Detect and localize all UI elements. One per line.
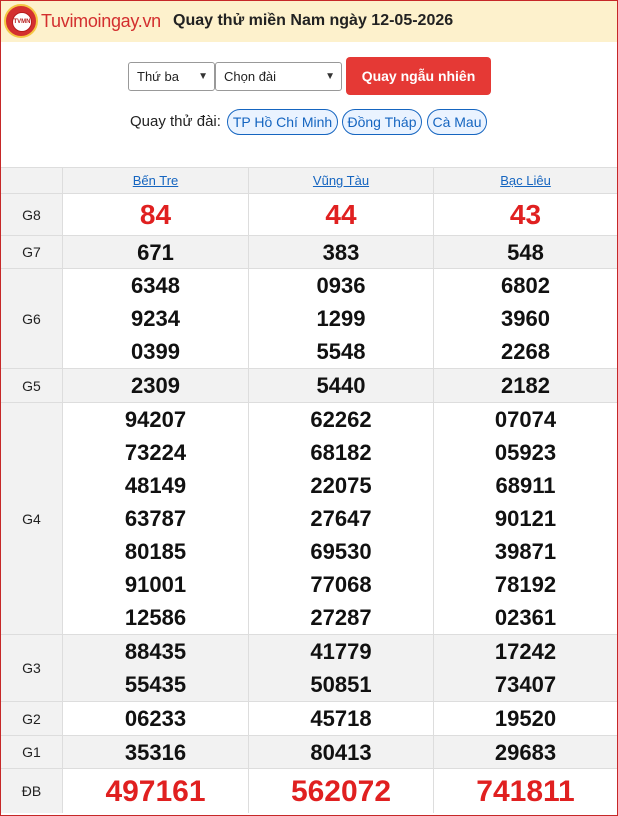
- chevron-down-icon: ▼: [198, 71, 208, 82]
- station-pill[interactable]: TP Hồ Chí Minh: [227, 109, 338, 135]
- prize-number: 1299: [316, 306, 366, 331]
- column-header-link[interactable]: Bến Tre: [63, 168, 248, 193]
- logo-mark: TVMN: [12, 12, 32, 32]
- site-header: TVMN Tuvimoingay.vn Quay thử miền Nam ng…: [1, 1, 617, 42]
- day-select-value: Thứ ba: [137, 69, 179, 84]
- prize-number: 77068: [310, 572, 372, 597]
- table-header-row: Bến Tre Vũng Tàu Bạc Liêu: [1, 167, 617, 193]
- prize-number: 0936: [316, 273, 366, 298]
- table-row: G6 6348 9234 0399 0936 1299 5548 6802 39…: [1, 268, 617, 368]
- prize-number: 50851: [310, 672, 372, 697]
- prize-number: 80413: [310, 739, 372, 765]
- prize-number: 3960: [501, 306, 550, 331]
- station-select[interactable]: Chọn đài ▼: [215, 62, 342, 91]
- prize-label: G5: [22, 377, 41, 394]
- prize-label: G7: [22, 244, 41, 260]
- prize-label: G8: [22, 206, 41, 223]
- prize-number: 5440: [316, 373, 366, 398]
- prize-number: 68182: [310, 440, 372, 465]
- table-row: G4 94207 73224 48149 63787 80185 91001 1…: [1, 402, 617, 634]
- prize-number: 88435: [124, 639, 187, 664]
- prize-number: 06233: [124, 706, 187, 731]
- table-row: G8 84 44 43: [1, 193, 617, 235]
- prize-number: 0399: [131, 339, 180, 364]
- logo-text[interactable]: Tuvimoingay.vn: [41, 11, 161, 32]
- prize-number: 63787: [124, 506, 187, 531]
- prize-number: 91001: [124, 572, 187, 597]
- prize-number: 2309: [131, 373, 180, 398]
- page-title: Quay thử miền Nam ngày 12-05-2026: [173, 12, 454, 29]
- prize-label: ĐB: [21, 783, 42, 799]
- prize-number: 43: [509, 199, 542, 230]
- prize-number: 44: [325, 199, 357, 230]
- table-row: G3 88435 55435 41779 50851 17242 73407: [1, 634, 617, 701]
- prize-number: 62262: [310, 407, 372, 432]
- prize-number: 78192: [494, 572, 557, 597]
- prize-number: 41779: [310, 639, 372, 664]
- prize-number: 39871: [494, 539, 557, 564]
- day-select[interactable]: Thứ ba ▼: [128, 62, 215, 91]
- prize-label: G1: [22, 744, 41, 760]
- prize-number: 94207: [124, 407, 187, 432]
- prize-number: 02361: [494, 605, 557, 630]
- prize-number: 2268: [501, 339, 550, 364]
- prize-number: 6348: [131, 273, 180, 298]
- quay-thu-label: Quay thử đài:: [130, 113, 221, 130]
- prize-number: 84: [139, 199, 172, 230]
- prize-number: 5548: [316, 339, 366, 364]
- prize-number: 80185: [124, 539, 187, 564]
- table-row: G1 35316 80413 29683: [1, 735, 617, 768]
- prize-number: 73407: [494, 672, 557, 697]
- prize-label: G2: [22, 710, 41, 727]
- prize-label: G3: [22, 660, 41, 676]
- prize-number: 35316: [124, 739, 187, 765]
- prize-number: 07074: [494, 407, 557, 432]
- prize-number: 2182: [501, 373, 550, 398]
- prize-number: 22075: [310, 473, 372, 498]
- special-prize-number: 497161: [105, 774, 206, 808]
- prize-number: 17242: [494, 639, 557, 664]
- station-pill[interactable]: Đồng Tháp: [342, 109, 422, 135]
- column-header-link[interactable]: Vũng Tàu: [249, 168, 433, 193]
- random-spin-button[interactable]: Quay ngẫu nhiên: [346, 57, 491, 95]
- prize-number: 27287: [310, 605, 372, 630]
- prize-number: 45718: [310, 706, 372, 731]
- header-empty-cell: [1, 168, 62, 193]
- prize-number: 6802: [501, 273, 550, 298]
- prize-number: 548: [507, 239, 544, 265]
- prize-number: 55435: [124, 672, 187, 697]
- special-prize-number: 741811: [476, 774, 575, 808]
- prize-number: 27647: [310, 506, 372, 531]
- prize-number: 68911: [495, 473, 556, 498]
- prize-number: 73224: [124, 440, 187, 465]
- prize-number: 48149: [124, 473, 187, 498]
- prize-label: G4: [22, 510, 41, 527]
- station-pill[interactable]: Cà Mau: [427, 109, 487, 135]
- site-logo[interactable]: TVMN: [4, 4, 38, 38]
- chevron-down-icon: ▼: [325, 71, 335, 82]
- special-prize-number: 562072: [290, 774, 392, 808]
- prize-number: 671: [137, 239, 174, 265]
- prize-number: 383: [322, 239, 360, 265]
- prize-label: G6: [22, 310, 41, 327]
- table-row: G5 2309 5440 2182: [1, 368, 617, 402]
- station-select-value: Chọn đài: [224, 69, 277, 84]
- table-row: G2 06233 45718 19520: [1, 701, 617, 735]
- prize-number: 05923: [494, 440, 557, 465]
- prize-number: 90121: [494, 506, 557, 531]
- column-header-link[interactable]: Bạc Liêu: [434, 168, 617, 193]
- prize-number: 29683: [494, 739, 557, 765]
- prize-number: 12586: [124, 605, 187, 630]
- prize-number: 19520: [494, 706, 557, 731]
- prize-number: 69530: [310, 539, 372, 564]
- table-row: ĐB 497161 562072 741811: [1, 768, 617, 813]
- table-row: G7 671 383 548: [1, 235, 617, 268]
- prize-number: 9234: [131, 306, 180, 331]
